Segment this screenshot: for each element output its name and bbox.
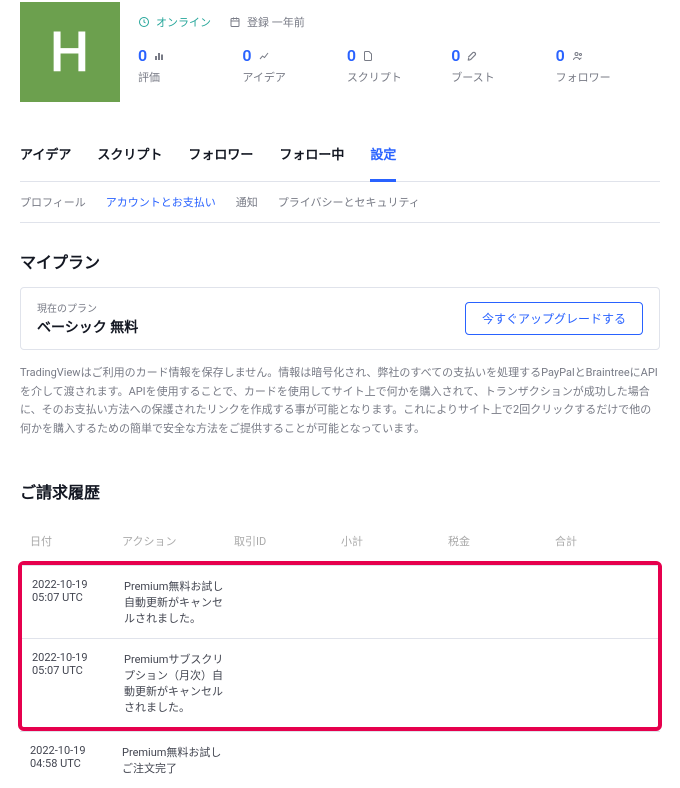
- online-status: オンライン: [138, 14, 211, 30]
- cell-action: Premium無料お試し 自動更新がキャンセルされました。: [124, 578, 224, 626]
- stat-boosts-value: 0: [451, 46, 460, 65]
- stat-rating: 0 評価: [138, 46, 242, 85]
- stat-boosts: 0 ブースト: [451, 46, 555, 85]
- tab-scripts[interactable]: スクリプト: [97, 144, 162, 182]
- registered-label: 登録 一年前: [247, 14, 305, 30]
- cell-date: 2022-10-19 05:07 UTC: [32, 651, 112, 715]
- stat-ideas-label: アイデア: [242, 69, 346, 85]
- stat-rating-label: 評価: [138, 69, 242, 85]
- upgrade-button[interactable]: 今すぐアップグレードする: [465, 302, 643, 335]
- stat-scripts-value: 0: [347, 46, 356, 65]
- tab-settings[interactable]: 設定: [370, 144, 396, 182]
- stat-boosts-label: ブースト: [451, 69, 555, 85]
- online-status-label: オンライン: [156, 14, 211, 30]
- billing-table: 日付 アクション 取引ID 小計 税金 合計 2022-10-19 05:07 …: [20, 521, 660, 788]
- stat-followers-label: フォロワー: [556, 69, 660, 85]
- highlighted-rows: 2022-10-19 05:07 UTC Premium無料お試し 自動更新がキ…: [18, 561, 662, 731]
- section-title-plan: マイプラン: [20, 249, 660, 273]
- calendar-icon: [229, 16, 241, 28]
- tab-following[interactable]: フォロー中: [279, 144, 344, 182]
- table-row: 2022-10-19 05:07 UTC Premiumサブスクリプション（月次…: [22, 638, 658, 727]
- cell-action: Premium無料お試し ご注文完了: [122, 744, 222, 776]
- stat-ideas-value: 0: [242, 46, 251, 65]
- col-total: 合計: [555, 533, 650, 549]
- subtab-account[interactable]: アカウントとお支払い: [106, 194, 216, 210]
- stat-followers: 0 フォロワー: [556, 46, 660, 85]
- stat-scripts-label: スクリプト: [347, 69, 451, 85]
- subtab-privacy[interactable]: プライバシーとセキュリティ: [278, 194, 420, 210]
- stat-ideas: 0 アイデア: [242, 46, 346, 85]
- plan-current-label: 現在のプラン: [37, 300, 138, 315]
- col-tax: 税金: [448, 533, 543, 549]
- col-subtotal: 小計: [341, 533, 436, 549]
- stat-rating-value: 0: [138, 46, 147, 65]
- bar-chart-icon: [153, 50, 165, 62]
- tab-followers[interactable]: フォロワー: [188, 144, 253, 182]
- plan-name: ベーシック 無料: [37, 317, 138, 337]
- subtab-notifications[interactable]: 通知: [236, 194, 258, 210]
- users-icon: [571, 50, 585, 62]
- col-transaction-id: 取引ID: [234, 533, 329, 549]
- registered-time: 登録 一年前: [229, 14, 305, 30]
- avatar: H: [20, 2, 120, 102]
- rocket-icon: [466, 49, 480, 63]
- table-row: 2022-10-19 05:07 UTC Premium無料お試し 自動更新がキ…: [22, 565, 658, 638]
- col-date: 日付: [30, 533, 110, 549]
- subtab-profile[interactable]: プロフィール: [20, 194, 86, 210]
- stat-scripts: 0 スクリプト: [347, 46, 451, 85]
- tab-ideas[interactable]: アイデア: [20, 144, 71, 182]
- col-action: アクション: [122, 533, 222, 549]
- section-title-billing: ご請求履歴: [20, 479, 660, 503]
- table-row: 2022-10-19 04:58 UTC Premium無料お試し ご注文完了: [20, 731, 660, 788]
- line-chart-icon: [258, 50, 270, 62]
- cell-action: Premiumサブスクリプション（月次）自動更新がキャンセルされました。: [124, 651, 224, 715]
- stat-followers-value: 0: [556, 46, 565, 65]
- file-icon: [362, 50, 374, 62]
- cell-date: 2022-10-19 04:58 UTC: [30, 744, 110, 776]
- clock-icon: [138, 16, 150, 28]
- plan-card: 現在のプラン ベーシック 無料 今すぐアップグレードする: [20, 287, 660, 350]
- cell-date: 2022-10-19 05:07 UTC: [32, 578, 112, 626]
- plan-description: TradingViewはご利用のカード情報を保存しません。情報は暗号化され、弊社…: [20, 364, 660, 439]
